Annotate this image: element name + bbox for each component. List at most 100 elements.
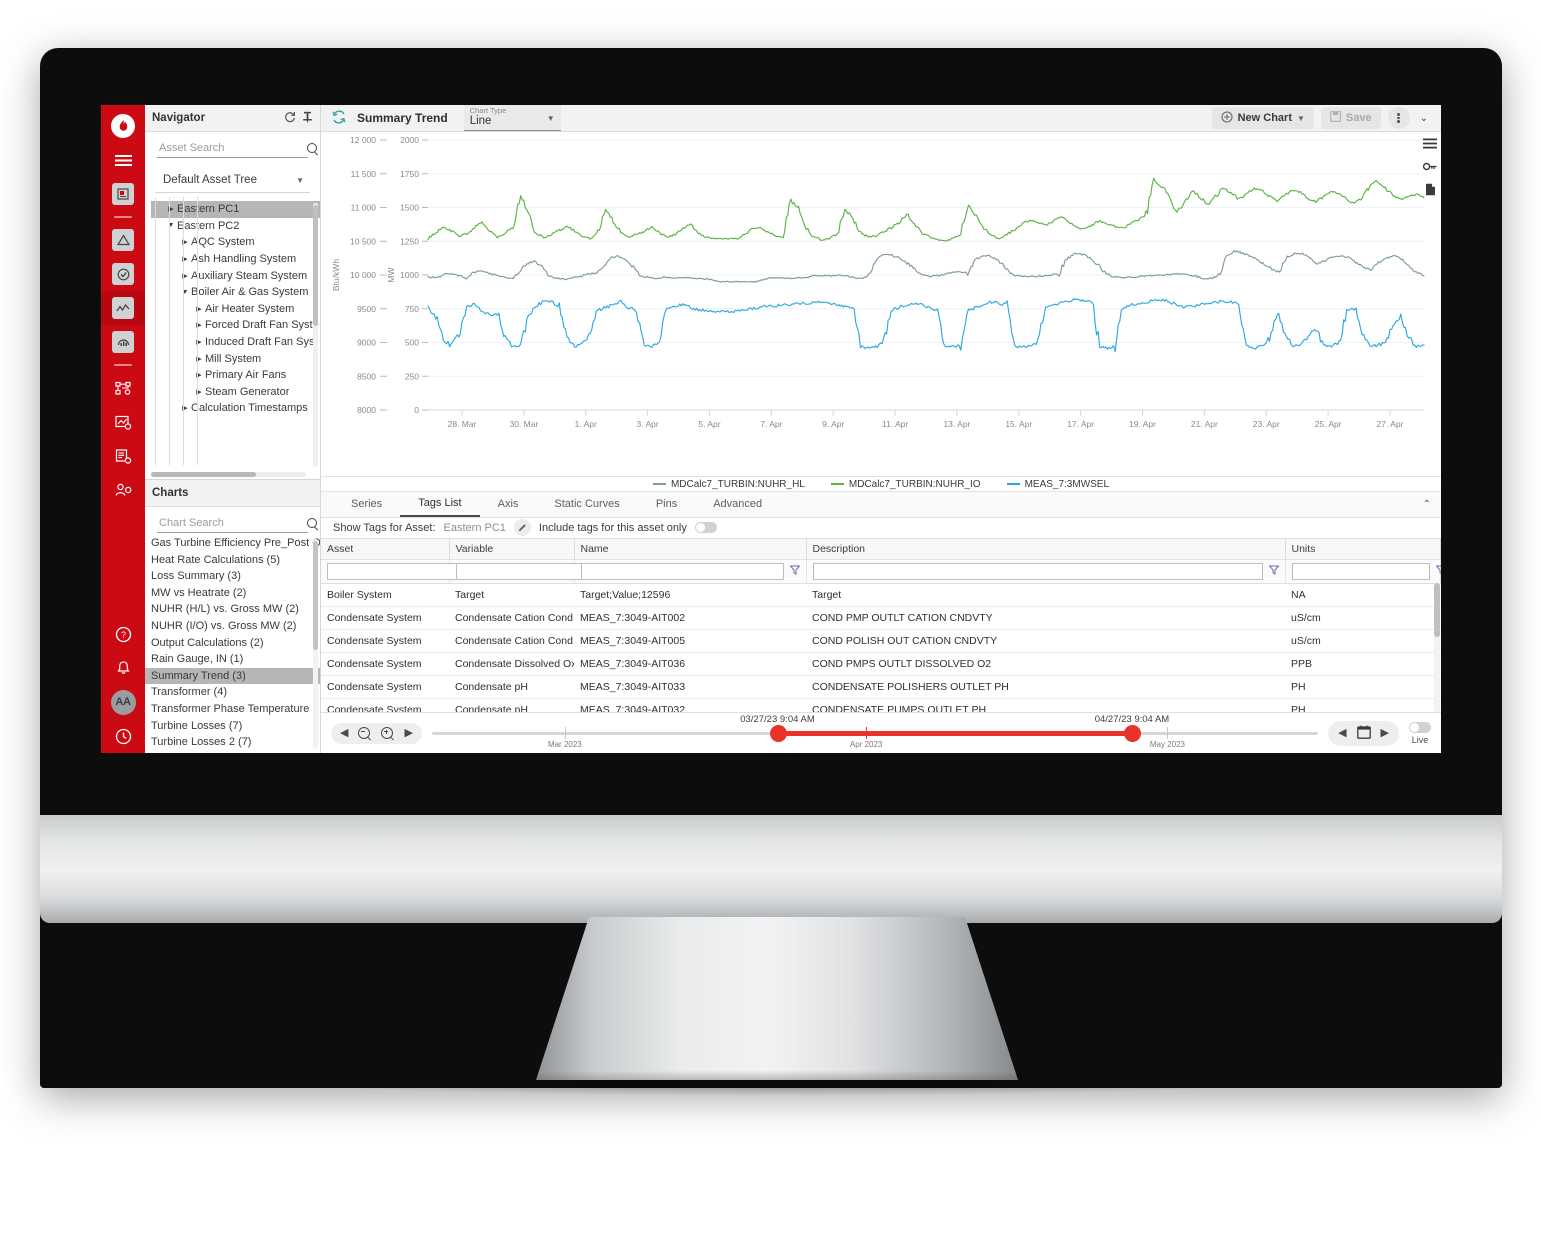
sidebar-item-workflow[interactable] — [101, 371, 145, 405]
table-row[interactable]: Condensate System Condensate pH MEAS_7:304… — [321, 698, 1441, 712]
asset-tree-horizontal-scrollbar[interactable] — [151, 472, 306, 477]
document-icon[interactable] — [1425, 183, 1436, 198]
asset-tree-node[interactable]: ▶ Eastern PC1 — [151, 201, 320, 218]
app-logo[interactable] — [101, 109, 145, 143]
chart-list-item[interactable]: NUHR (I/O) vs. Gross MW (2) — [145, 618, 320, 635]
notifications-button[interactable] — [101, 651, 145, 685]
slider-handle-end[interactable] — [1123, 725, 1141, 742]
sidebar-item-alarms[interactable] — [101, 223, 145, 257]
trend-chart[interactable]: 12 000 2000 11 500 1750 11 000 1500 10 500 1250… — [321, 132, 1441, 477]
filter-input-variable[interactable] — [455, 562, 594, 580]
chevron-right-icon[interactable]: ▶ — [193, 371, 205, 379]
asset-tree-node[interactable]: ▶ Air Heater System — [151, 301, 320, 318]
tab-advanced[interactable]: Advanced — [695, 492, 780, 516]
tab-axis[interactable]: Axis — [480, 492, 537, 516]
chart-series-line[interactable] — [427, 250, 1425, 283]
chevron-right-icon[interactable]: ▶ — [179, 404, 191, 412]
pin-icon[interactable] — [302, 111, 313, 126]
chart-list-item[interactable]: Turbine Losses (7) — [145, 718, 320, 735]
asset-search-input[interactable] — [157, 141, 303, 155]
filter-input-description[interactable] — [812, 562, 1263, 580]
help-button[interactable]: ? — [101, 617, 145, 651]
pan-left-button[interactable]: ◀ — [340, 727, 348, 739]
table-header-cell[interactable]: Units — [1285, 538, 1441, 560]
chart-list-item[interactable]: MW vs Heatrate (2) — [145, 585, 320, 602]
chevron-right-icon[interactable]: ▶ — [179, 238, 191, 246]
zoom-out-icon[interactable] — [358, 726, 371, 740]
sidebar-item-reports[interactable] — [101, 177, 145, 211]
chart-search-icon[interactable] — [307, 518, 319, 530]
table-header-cell[interactable]: Asset — [321, 538, 450, 560]
chart-list-item[interactable]: NUHR (H/L) vs. Gross MW (2) — [145, 601, 320, 618]
chevron-right-icon[interactable]: ▶ — [179, 255, 191, 263]
sidebar-item-report-settings[interactable] — [101, 439, 145, 473]
chevron-right-icon[interactable]: ▶ — [179, 272, 191, 280]
sidebar-item-acknowledge[interactable] — [101, 257, 145, 291]
asset-tree-node[interactable]: ▶ AQC System — [151, 234, 320, 251]
edit-asset-icon[interactable] — [513, 519, 531, 537]
chart-menu-icon[interactable] — [1423, 138, 1437, 152]
legend-item[interactable]: MDCalc7_TURBIN:NUHR_IO — [830, 479, 981, 490]
chart-list-item[interactable]: Transformer Phase Temperature ( — [145, 701, 320, 718]
slider-handle-start[interactable] — [769, 725, 787, 742]
menu-icon[interactable] — [101, 143, 145, 177]
calendar-prev-button[interactable]: ◀ — [1338, 727, 1346, 739]
live-toggle[interactable] — [1409, 721, 1431, 733]
sidebar-item-trends[interactable] — [101, 291, 145, 325]
zoom-in-icon[interactable] — [381, 726, 394, 740]
chevron-right-icon[interactable]: ▶ — [193, 388, 205, 396]
chart-list-item[interactable]: Transformer (4) — [145, 684, 320, 701]
user-avatar[interactable]: AA — [101, 685, 145, 719]
include-tags-toggle[interactable] — [694, 522, 717, 534]
asset-tree-node[interactable]: ▶ Forced Draft Fan Syste — [151, 317, 320, 334]
pan-right-button[interactable]: ▶ — [404, 727, 412, 739]
table-header-cell[interactable]: Name — [574, 538, 807, 560]
asset-tree-node[interactable]: ▶ Steam Generator — [151, 384, 320, 401]
table-row[interactable]: Condensate System Condensate Cation Cond M… — [321, 629, 1441, 653]
chart-series-line[interactable] — [427, 177, 1425, 242]
chevron-right-icon[interactable]: ▶ — [165, 205, 177, 213]
chevron-right-icon[interactable]: ▶ — [193, 338, 205, 346]
asset-tree-node[interactable]: ▶ Mill System — [151, 350, 320, 367]
tab-tags-list[interactable]: Tags List — [400, 492, 480, 517]
filter-input-name[interactable] — [580, 562, 784, 580]
table-header-cell[interactable]: Variable — [449, 538, 575, 560]
collapse-toolbar-icon[interactable]: ⌄ — [1417, 113, 1431, 124]
save-button[interactable]: Save — [1320, 107, 1381, 129]
refresh-icon[interactable] — [284, 111, 296, 126]
asset-tree-node[interactable]: ▼ Eastern PC2 — [151, 218, 320, 235]
search-icon[interactable] — [307, 143, 319, 155]
filter-input-asset[interactable] — [327, 562, 465, 580]
time-range-slider[interactable]: Mar 2023 Apr 2023 May 2023 03/27/23 9:04… — [431, 713, 1319, 753]
asset-tree-vertical-scrollbar[interactable] — [313, 203, 318, 467]
sidebar-item-gauges[interactable] — [101, 325, 145, 359]
chart-series-line[interactable] — [427, 298, 1425, 353]
chart-search-input[interactable] — [157, 516, 303, 530]
chart-list-item[interactable]: Rain Gauge, IN (1) — [145, 651, 320, 668]
chart-list-item[interactable]: Heat Rate Calculations (5) — [145, 552, 320, 569]
chart-list-item[interactable]: Output Calculations (2) — [145, 635, 320, 652]
legend-item[interactable]: MEAS_7:3MWSEL — [1006, 479, 1109, 490]
more-options-button[interactable] — [1387, 107, 1410, 129]
tags-table-scrollbar[interactable] — [1434, 582, 1440, 712]
chart-list-item[interactable]: Summary Trend (3) — [145, 667, 320, 685]
table-row[interactable]: Condensate System Condensate Cation Cond M… — [321, 606, 1441, 630]
table-row[interactable]: Boiler System Target Target;Value;12596 Tar… — [321, 583, 1441, 607]
table-row[interactable]: Condensate System Condensate pH MEAS_7:304… — [321, 675, 1441, 699]
tab-static-curves[interactable]: Static Curves — [536, 492, 637, 516]
table-row[interactable]: Condensate System Condensate Dissolved Ox… — [321, 652, 1441, 676]
key-icon[interactable] — [1422, 161, 1437, 174]
tab-series[interactable]: Series — [333, 492, 400, 516]
chevron-right-icon[interactable]: ▶ — [193, 305, 205, 313]
tab-pins[interactable]: Pins — [638, 492, 695, 516]
charts-list-scrollbar[interactable] — [313, 539, 318, 749]
calendar-next-button[interactable]: ▶ — [1381, 727, 1389, 739]
sidebar-item-chart-settings[interactable] — [101, 405, 145, 439]
chart-list-item[interactable]: Loss Summary (3) — [145, 568, 320, 585]
asset-tree-node[interactable]: ▶ Primary Air Fans — [151, 367, 320, 384]
table-header-cell[interactable]: Description — [806, 538, 1286, 560]
sidebar-item-user-settings[interactable] — [101, 473, 145, 507]
chevron-down-icon[interactable]: ▼ — [179, 289, 191, 296]
chevron-right-icon[interactable]: ▶ — [193, 321, 205, 329]
legend-item[interactable]: MDCalc7_TURBIN:NUHR_HL — [652, 479, 805, 490]
